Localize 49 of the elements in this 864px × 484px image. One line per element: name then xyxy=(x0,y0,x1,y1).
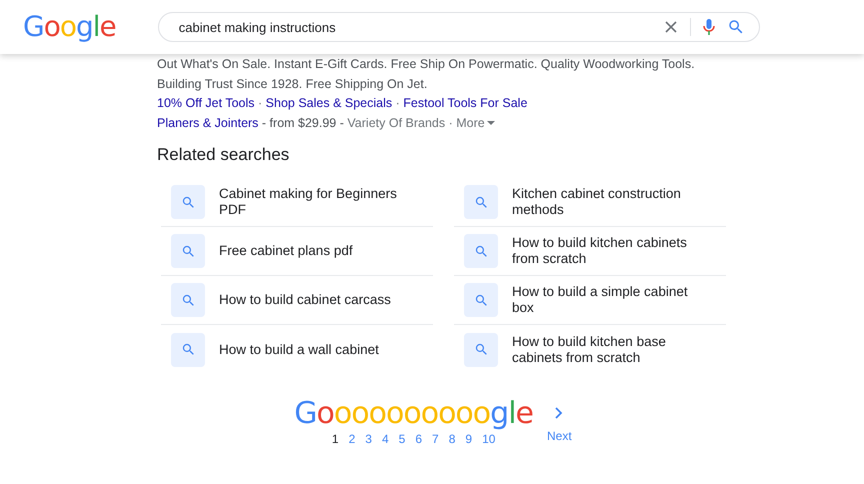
next-link[interactable]: Next xyxy=(547,407,572,443)
page-link[interactable]: 8 xyxy=(446,432,458,446)
magnifier-icon xyxy=(180,292,196,308)
page-link[interactable]: 1 xyxy=(330,432,341,446)
sitelink[interactable]: Shop Sales & Specials xyxy=(266,96,392,110)
page-link[interactable]: 2 xyxy=(346,432,358,446)
page-link[interactable]: 10 xyxy=(480,432,498,446)
magnifier-icon xyxy=(474,194,488,210)
related-search-item[interactable]: How to build a simple cabinet box xyxy=(454,276,726,325)
magnifier-icon xyxy=(180,342,196,357)
related-search-item[interactable]: How to build kitchen base cabinets from scratch xyxy=(454,325,726,374)
separator-dot: · xyxy=(396,96,400,110)
microphone-icon[interactable] xyxy=(702,18,715,36)
magnifier-icon xyxy=(474,342,488,357)
magnifier-icon xyxy=(474,244,488,258)
page-link[interactable]: 3 xyxy=(363,432,374,446)
page-link[interactable]: 5 xyxy=(396,432,408,446)
related-search-item[interactable]: How to build a wall cabinet xyxy=(161,325,433,374)
more-link[interactable]: More xyxy=(456,114,495,133)
search-icon xyxy=(726,18,745,36)
sitelink[interactable]: Planers & Jointers xyxy=(157,116,258,130)
ad-description: Building Trust Since 1928. Free Shipping On Jet. xyxy=(157,76,428,93)
page-link[interactable]: 9 xyxy=(463,432,474,446)
page-link[interactable]: 4 xyxy=(380,432,391,446)
caret-icon xyxy=(486,120,495,126)
brands-text: Variety Of Brands xyxy=(347,116,446,130)
section-heading: Related searches xyxy=(157,145,290,165)
magnifier-icon xyxy=(180,244,196,258)
page-link[interactable]: 6 xyxy=(413,432,424,446)
magnifier-icon xyxy=(474,292,488,308)
separator-dot: · xyxy=(258,96,262,110)
close-icon[interactable] xyxy=(664,20,678,34)
ad-description: Out What's On Sale. Instant E-Gift Cards. Free Ship On Powermatic. Quality Woodworking Tools. xyxy=(157,56,696,73)
related-search-item[interactable]: Free cabinet plans pdf xyxy=(161,227,433,276)
related-search-item[interactable]: How to build kitchen cabinets from scratch xyxy=(454,227,726,276)
price-text: - from $29.99 - xyxy=(262,116,344,130)
page-link[interactable]: 7 xyxy=(430,432,441,446)
related-search-item[interactable]: Kitchen cabinet construction methods xyxy=(454,178,726,227)
sitelink[interactable]: Festool Tools For Sale xyxy=(403,96,528,110)
search-input[interactable]: cabinet making instructions xyxy=(176,18,652,36)
related-search-item[interactable]: Cabinet making for Beginners PDF xyxy=(161,178,433,227)
google-logo[interactable]: Google xyxy=(23,13,116,41)
magnifier-icon xyxy=(180,194,196,210)
related-search-item[interactable]: How to build cabinet carcass xyxy=(161,276,433,325)
separator-dot: · xyxy=(448,116,453,130)
pagination-logo: Goooooooooogle xyxy=(294,399,533,429)
search-field[interactable]: cabinet making instructions xyxy=(158,12,760,42)
chevron-right-icon xyxy=(554,407,564,419)
sitelink[interactable]: 10% Off Jet Tools xyxy=(157,96,255,110)
